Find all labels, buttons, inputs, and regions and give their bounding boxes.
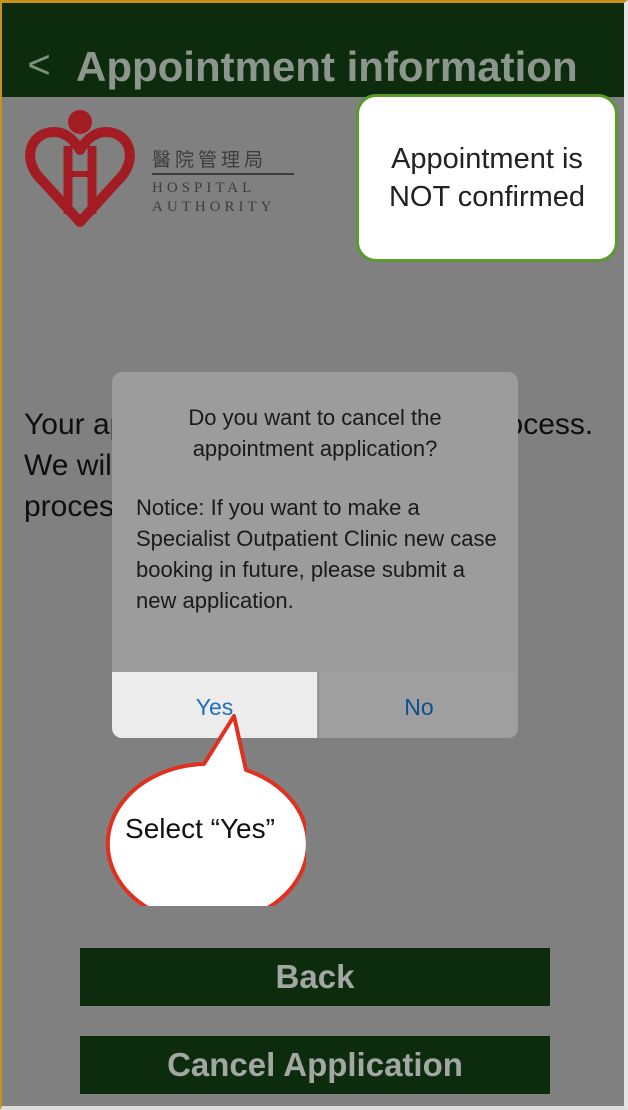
logo-english-line2: AUTHORITY [152, 199, 276, 215]
page-title: Appointment information [76, 43, 578, 90]
callout-text: Select “Yes” [125, 813, 275, 844]
back-chevron-icon[interactable]: < [18, 40, 60, 90]
logo-chinese-name: 醫院管理局 [152, 149, 268, 171]
cancel-application-button[interactable]: Cancel Application [80, 1036, 550, 1094]
annotation-note-box: Appointment is NOT confirmed [356, 94, 618, 262]
logo-divider [152, 173, 294, 175]
no-button[interactable]: No [318, 672, 518, 738]
dialog-message: Notice: If you want to make a Specialist… [136, 495, 497, 613]
annotation-note-text: Appointment is NOT confirmed [388, 143, 586, 213]
navigation-bar: < Appointment information [0, 0, 628, 97]
cancel-confirmation-dialog: Do you want to cancel the appointment ap… [112, 372, 518, 738]
back-button[interactable]: Back [80, 948, 550, 1006]
dialog-title: Do you want to cancel the appointment ap… [188, 405, 442, 461]
logo-english-line1: HOSPITAL [152, 180, 256, 196]
